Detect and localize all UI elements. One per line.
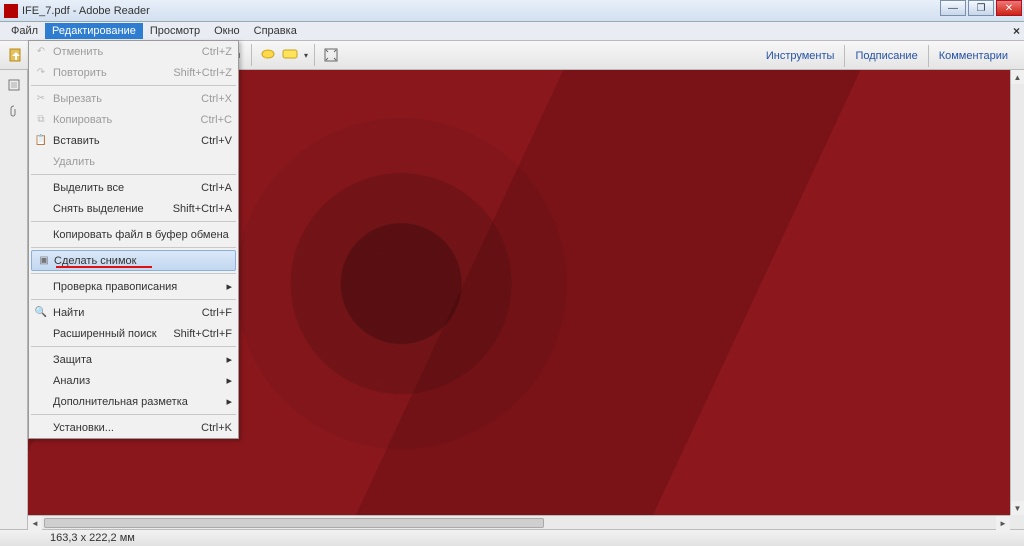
menu-item-копировать: ⧉ Копировать Ctrl+C bbox=[29, 109, 238, 130]
menu-shortcut: Ctrl+F bbox=[202, 307, 232, 319]
menu-item-выделить-все[interactable]: Выделить все Ctrl+A bbox=[29, 177, 238, 198]
menu-separator bbox=[31, 273, 236, 274]
menu-view[interactable]: Просмотр bbox=[143, 23, 207, 39]
close-document-button[interactable]: × bbox=[1013, 24, 1020, 38]
menu-item-icon: 📋 bbox=[33, 133, 49, 149]
menu-file[interactable]: Файл bbox=[4, 23, 45, 39]
menu-item-label: Вырезать bbox=[53, 93, 102, 105]
vertical-scrollbar[interactable]: ▲ ▼ bbox=[1010, 70, 1024, 515]
comment-bubble-icon[interactable] bbox=[257, 44, 279, 66]
scroll-down-icon[interactable]: ▼ bbox=[1011, 501, 1024, 515]
menu-separator bbox=[31, 221, 236, 222]
app-icon bbox=[4, 4, 18, 18]
menu-item-проверка-правописания[interactable]: Проверка правописания ▸ bbox=[29, 276, 238, 297]
statusbar: 163,3 x 222,2 мм bbox=[0, 529, 1024, 546]
menu-item-установки-[interactable]: Установки... Ctrl+K bbox=[29, 417, 238, 438]
menu-shortcut: Ctrl+X bbox=[201, 93, 232, 105]
menu-shortcut: Ctrl+A bbox=[201, 182, 232, 194]
submenu-arrow-icon: ▸ bbox=[226, 280, 232, 293]
menu-edit[interactable]: Редактирование bbox=[45, 23, 143, 39]
menu-item-label: Копировать файл в буфер обмена bbox=[53, 229, 229, 241]
menu-window[interactable]: Окно bbox=[207, 23, 247, 39]
menu-separator bbox=[31, 299, 236, 300]
thumbnails-icon[interactable] bbox=[3, 74, 25, 96]
window-titlebar: IFE_7.pdf - Adobe Reader — ❐ ✕ bbox=[0, 0, 1024, 22]
menu-item-label: Установки... bbox=[53, 422, 114, 434]
submenu-arrow-icon: ▸ bbox=[226, 353, 232, 366]
horizontal-scrollbar[interactable]: ◄ ► bbox=[28, 515, 1010, 529]
export-pdf-icon[interactable] bbox=[5, 44, 27, 66]
scroll-left-icon[interactable]: ◄ bbox=[28, 516, 42, 530]
menubar: Файл Редактирование Просмотр Окно Справк… bbox=[0, 22, 1024, 40]
menu-item-дополнительная-разметка[interactable]: Дополнительная разметка ▸ bbox=[29, 391, 238, 412]
maximize-button[interactable]: ❐ bbox=[968, 0, 994, 16]
menu-item-label: Сделать снимок bbox=[54, 255, 136, 267]
page-dimensions: 163,3 x 222,2 мм bbox=[50, 532, 135, 544]
side-panel-strip bbox=[0, 70, 28, 529]
close-button[interactable]: ✕ bbox=[996, 0, 1022, 16]
menu-item-анализ[interactable]: Анализ ▸ bbox=[29, 370, 238, 391]
menu-item-вставить[interactable]: 📋 Вставить Ctrl+V bbox=[29, 130, 238, 151]
scroll-right-icon[interactable]: ► bbox=[996, 516, 1010, 530]
menu-separator bbox=[31, 346, 236, 347]
menu-shortcut: Shift+Ctrl+F bbox=[173, 328, 232, 340]
menu-item-label: Выделить все bbox=[53, 182, 124, 194]
menu-item-копировать-файл-в-буфер-обмена[interactable]: Копировать файл в буфер обмена bbox=[29, 224, 238, 245]
menu-item-сделать-снимок[interactable]: ▣Сделать снимок bbox=[31, 250, 236, 271]
edit-menu-dropdown: ↶ Отменить Ctrl+Z ↷ Повторить Shift+Ctrl+Z ✂ Вы… bbox=[28, 40, 239, 439]
scroll-thumb[interactable] bbox=[44, 518, 544, 528]
menu-item-icon: ⧉ bbox=[33, 112, 49, 128]
menu-help[interactable]: Справка bbox=[247, 23, 304, 39]
menu-shortcut: Ctrl+C bbox=[201, 114, 232, 126]
attachments-icon[interactable] bbox=[3, 100, 25, 122]
menu-item-label: Дополнительная разметка bbox=[53, 396, 188, 408]
menu-item-label: Анализ bbox=[53, 375, 90, 387]
menu-item-label: Найти bbox=[53, 307, 84, 319]
menu-item-защита[interactable]: Защита ▸ bbox=[29, 349, 238, 370]
menu-shortcut: Ctrl+Z bbox=[202, 46, 232, 58]
menu-item-icon: ✂ bbox=[33, 91, 49, 107]
highlight-underline bbox=[56, 266, 152, 268]
menu-item-отменить: ↶ Отменить Ctrl+Z bbox=[29, 41, 238, 62]
menu-separator bbox=[31, 85, 236, 86]
menu-item-удалить: Удалить bbox=[29, 151, 238, 172]
menu-item-расширенный-поиск[interactable]: Расширенный поиск Shift+Ctrl+F bbox=[29, 323, 238, 344]
menu-item-найти[interactable]: 🔍 Найти Ctrl+F bbox=[29, 302, 238, 323]
menu-item-label: Защита bbox=[53, 354, 92, 366]
menu-shortcut: Shift+Ctrl+Z bbox=[173, 67, 232, 79]
menu-shortcut: Ctrl+K bbox=[201, 422, 232, 434]
menu-separator bbox=[31, 247, 236, 248]
scroll-corner bbox=[1010, 515, 1024, 529]
menu-shortcut: Shift+Ctrl+A bbox=[173, 203, 232, 215]
menu-item-icon: ↷ bbox=[33, 65, 49, 81]
menu-item-label: Расширенный поиск bbox=[53, 328, 157, 340]
menu-item-icon: 🔍 bbox=[33, 305, 49, 321]
comments-link[interactable]: Комментарии bbox=[929, 41, 1018, 71]
window-title: IFE_7.pdf - Adobe Reader bbox=[22, 5, 150, 17]
menu-separator bbox=[31, 174, 236, 175]
menu-item-вырезать: ✂ Вырезать Ctrl+X bbox=[29, 88, 238, 109]
menu-item-label: Проверка правописания bbox=[53, 281, 177, 293]
menu-item-label: Снять выделение bbox=[53, 203, 144, 215]
submenu-arrow-icon: ▸ bbox=[226, 395, 232, 408]
menu-item-повторить: ↷ Повторить Shift+Ctrl+Z bbox=[29, 62, 238, 83]
menu-shortcut: Ctrl+V bbox=[201, 135, 232, 147]
fullscreen-icon[interactable] bbox=[320, 44, 342, 66]
tools-link[interactable]: Инструменты bbox=[756, 41, 845, 71]
scroll-up-icon[interactable]: ▲ bbox=[1011, 70, 1024, 84]
highlight-icon[interactable]: ▾ bbox=[281, 44, 309, 66]
menu-item-label: Удалить bbox=[53, 156, 95, 168]
menu-item-label: Отменить bbox=[53, 46, 103, 58]
submenu-arrow-icon: ▸ bbox=[226, 374, 232, 387]
menu-separator bbox=[31, 414, 236, 415]
menu-item-icon: ▣ bbox=[36, 253, 52, 269]
menu-item-label: Вставить bbox=[53, 135, 100, 147]
menu-item-label: Повторить bbox=[53, 67, 107, 79]
menu-item-label: Копировать bbox=[53, 114, 112, 126]
menu-item-icon: ↶ bbox=[33, 44, 49, 60]
sign-link[interactable]: Подписание bbox=[845, 41, 927, 71]
minimize-button[interactable]: — bbox=[940, 0, 966, 16]
menu-item-снять-выделение[interactable]: Снять выделение Shift+Ctrl+A bbox=[29, 198, 238, 219]
